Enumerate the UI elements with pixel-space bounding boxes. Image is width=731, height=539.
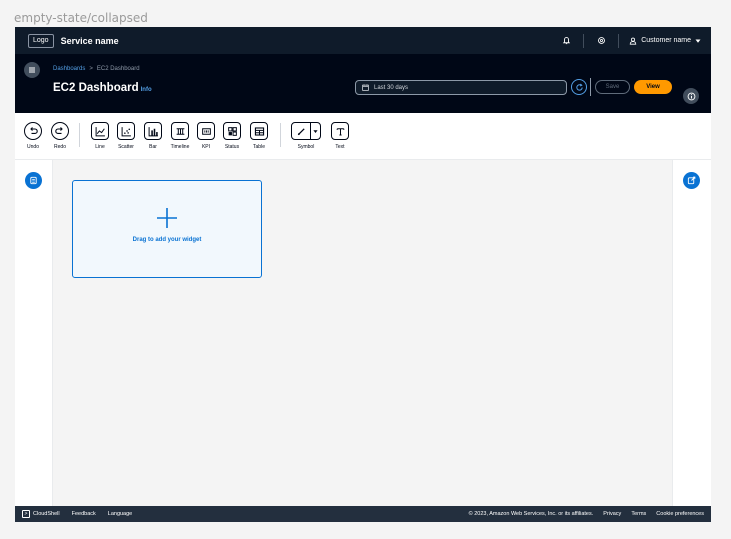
- app-frame: Logo Service name Customer name Dashboar…: [15, 27, 711, 522]
- symbol-icon: [297, 127, 305, 135]
- cookie-preferences-link[interactable]: Cookie preferences: [656, 511, 704, 517]
- bar-widget-button[interactable]: Bar: [139, 122, 167, 150]
- redo-button[interactable]: Redo: [46, 122, 74, 150]
- widget-toolbar: Undo Redo Line Scatter Bar Timeline KPI: [15, 113, 711, 160]
- divider: [583, 33, 585, 48]
- logo[interactable]: Logo: [28, 33, 54, 48]
- breadcrumb: Dashboards > EC2 Dashboard: [53, 66, 140, 72]
- settings-icon[interactable]: [594, 34, 608, 48]
- right-side-panel: [672, 160, 711, 506]
- tool-label: Scatter: [118, 144, 134, 150]
- line-widget-button[interactable]: Line: [86, 122, 114, 150]
- list-icon: [30, 176, 37, 185]
- divider: [280, 123, 281, 147]
- dashboard-canvas[interactable]: Drag to add your widget: [53, 160, 672, 506]
- notifications-icon[interactable]: [559, 34, 573, 48]
- left-side-panel: [15, 160, 53, 506]
- text-icon: [336, 127, 344, 136]
- feedback-link[interactable]: Feedback: [72, 511, 96, 517]
- dropzone-text: Drag to add your widget: [132, 237, 202, 243]
- tool-label: Symbol: [297, 144, 315, 150]
- tool-label: Bar: [149, 144, 157, 150]
- configuration-panel-button[interactable]: [683, 172, 700, 189]
- tool-label: Timeline: [170, 144, 190, 150]
- info-icon: [687, 92, 695, 100]
- caret-down-icon[interactable]: [313, 129, 318, 134]
- terms-link[interactable]: Terms: [631, 511, 646, 517]
- view-button[interactable]: View: [634, 80, 672, 94]
- kpi-widget-button[interactable]: KPI: [192, 122, 220, 150]
- text-widget-button[interactable]: Text: [326, 122, 354, 150]
- divider: [618, 33, 620, 48]
- copyright-text: © 2023, Amazon Web Services, Inc. or its…: [468, 511, 594, 517]
- divider: [590, 78, 591, 96]
- status-widget-button[interactable]: Status: [218, 122, 246, 150]
- bar-chart-icon: [148, 126, 158, 136]
- table-icon: [254, 126, 264, 136]
- terminal-icon: >: [22, 510, 30, 518]
- tool-label: Table: [253, 144, 265, 150]
- top-navigation: Logo Service name Customer name: [15, 27, 711, 54]
- calendar-icon: [362, 84, 369, 91]
- page-title: EC2 Dashboard Info: [53, 82, 152, 94]
- tool-label: Redo: [54, 144, 66, 150]
- info-button[interactable]: [683, 88, 699, 104]
- user-name: Customer name: [641, 37, 691, 44]
- language-link[interactable]: Language: [108, 511, 132, 517]
- timeline-icon: [176, 127, 184, 135]
- tool-label: Text: [335, 144, 345, 150]
- tool-label: KPI: [201, 144, 211, 150]
- resource-explorer-button[interactable]: [25, 172, 42, 189]
- footer-legal: © 2023, Amazon Web Services, Inc. or its…: [469, 511, 704, 517]
- kpi-icon: [201, 127, 211, 135]
- cloudshell-link[interactable]: > CloudShell: [22, 510, 60, 518]
- table-widget-button[interactable]: Table: [245, 122, 273, 150]
- status-icon: [227, 126, 237, 136]
- caret-down-icon: [695, 39, 701, 43]
- user-icon: [630, 37, 637, 45]
- symbol-widget-button[interactable]: Symbol: [290, 122, 322, 150]
- undo-icon: [30, 127, 38, 134]
- breadcrumb-current: EC2 Dashboard: [96, 66, 140, 72]
- refresh-button[interactable]: [571, 79, 587, 95]
- tool-label: Undo: [27, 144, 39, 150]
- user-menu[interactable]: Customer name: [629, 37, 701, 45]
- divider: [79, 123, 80, 147]
- tool-label: Status: [224, 144, 240, 150]
- scatter-chart-icon: [121, 126, 131, 136]
- menu-icon: [29, 67, 35, 73]
- redo-icon: [55, 127, 63, 134]
- timeline-widget-button[interactable]: Timeline: [166, 122, 194, 150]
- line-chart-icon: [95, 126, 105, 136]
- tool-label: Line: [95, 144, 105, 150]
- service-name[interactable]: Service name: [61, 36, 119, 46]
- date-range-value: Last 30 days: [374, 84, 409, 91]
- edit-settings-icon: [687, 176, 696, 185]
- breadcrumb-separator-icon: >: [89, 66, 93, 72]
- page-title-text: EC2 Dashboard: [53, 82, 139, 94]
- breadcrumb-dashboards[interactable]: Dashboards: [53, 66, 85, 72]
- undo-button[interactable]: Undo: [19, 122, 47, 150]
- cloudshell-label: CloudShell: [33, 511, 60, 517]
- plus-icon: [157, 208, 177, 228]
- top-navigation-utilities: Customer name: [559, 33, 701, 48]
- privacy-link[interactable]: Privacy: [603, 511, 621, 517]
- refresh-icon: [575, 83, 583, 91]
- state-label: empty-state/collapsed: [14, 11, 148, 25]
- widget-dropzone[interactable]: Drag to add your widget: [72, 180, 262, 278]
- save-button[interactable]: Save: [595, 80, 630, 94]
- info-link[interactable]: Info: [141, 87, 152, 93]
- date-range-picker[interactable]: Last 30 days: [355, 80, 567, 95]
- footer: > CloudShell Feedback Language © 2023, A…: [15, 506, 711, 522]
- menu-button[interactable]: [24, 62, 40, 78]
- scatter-widget-button[interactable]: Scatter: [112, 122, 140, 150]
